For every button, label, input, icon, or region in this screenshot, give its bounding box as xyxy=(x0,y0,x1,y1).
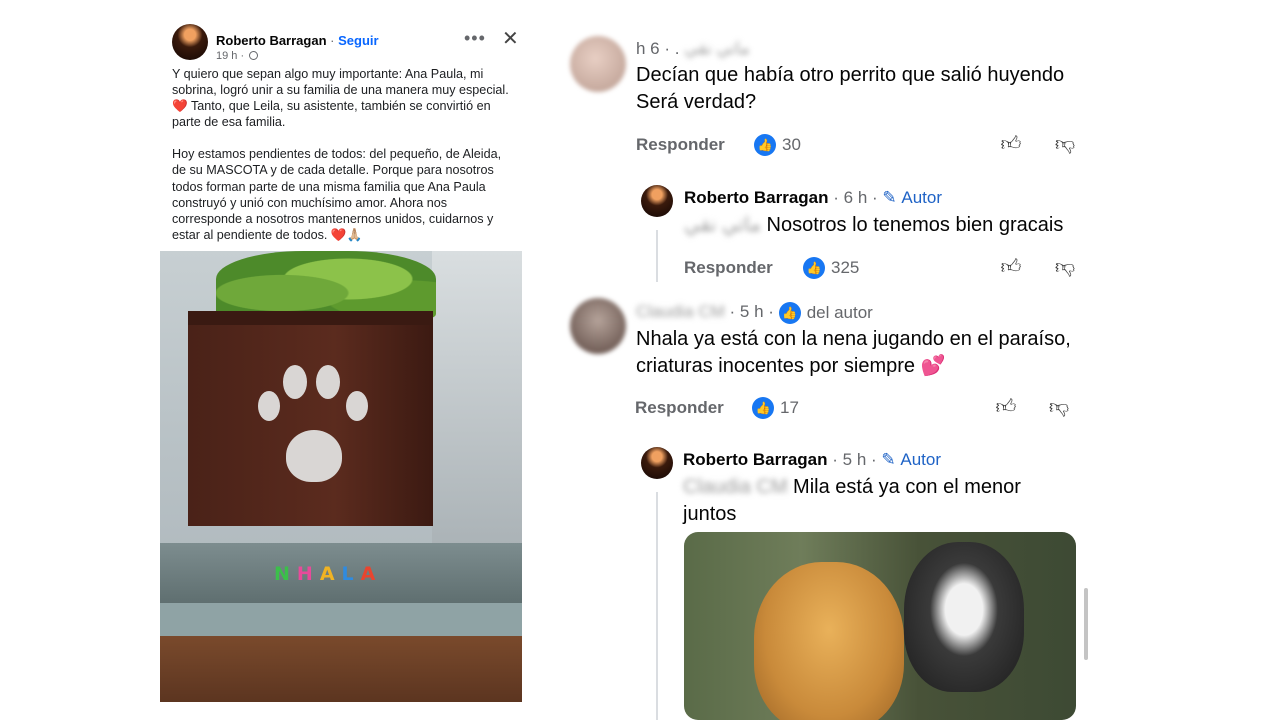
like-count[interactable]: 👍 325 xyxy=(803,257,859,279)
thumbs-up-icon[interactable]: 👍︎ xyxy=(1000,256,1022,278)
post-body: Y quiero que sepan algo muy importante: … xyxy=(172,66,518,259)
reply-button[interactable]: Responder xyxy=(684,258,773,278)
urn-box: NHALA xyxy=(188,311,433,585)
reply-author-line: Roberto Barragan · 6 h · ✎ Autor xyxy=(684,188,942,208)
comment-meta: h 6 · . ماتي نقي xyxy=(636,39,750,59)
paw-toe-1 xyxy=(258,391,280,421)
urn-letter: N xyxy=(274,563,297,585)
post-photo[interactable]: NHALA xyxy=(160,251,522,702)
like-count-value: 30 xyxy=(782,135,801,154)
comment-time[interactable]: h 6 · . xyxy=(636,39,679,58)
thumbs-up-icon[interactable]: 👍︎ xyxy=(995,396,1017,418)
reply-author-name[interactable]: Roberto Barragan xyxy=(684,188,829,207)
like-count[interactable]: 👍 30 xyxy=(754,134,801,156)
post-header: Roberto Barragan · Seguir 19 h · ••• ✕ xyxy=(172,24,522,64)
author-avatar[interactable] xyxy=(641,447,673,479)
reply-author-line: Roberto Barragan · 5 h · ✎ Autor xyxy=(683,450,941,470)
reply-author-name[interactable]: Roberto Barragan xyxy=(683,450,828,469)
thread-line xyxy=(656,230,658,282)
reply-button[interactable]: Responder xyxy=(636,135,725,155)
comment-time[interactable]: · 5 h · xyxy=(730,302,774,321)
thread-line xyxy=(656,492,658,720)
thumbs-down-icon[interactable]: 👎︎ xyxy=(1048,396,1070,418)
reply-time[interactable]: · 5 h · xyxy=(832,450,876,469)
thumbs-down-icon[interactable]: 👎︎ xyxy=(1054,256,1076,278)
reply-photo-dogs[interactable] xyxy=(684,532,1076,720)
border-collie-puppy xyxy=(904,542,1024,692)
reply-button[interactable]: Responder xyxy=(635,398,724,418)
commenter-avatar[interactable] xyxy=(570,36,626,92)
commenter-name-blurred[interactable]: Claudia CM xyxy=(636,302,725,321)
pencil-icon: ✎ xyxy=(882,188,897,207)
close-icon[interactable]: ✕ xyxy=(502,26,519,51)
urn-letter: A xyxy=(360,563,383,585)
photo-background-window xyxy=(432,251,522,551)
urn-name-label: NHALA xyxy=(274,563,382,585)
author-avatar[interactable] xyxy=(172,24,208,60)
photo-floor xyxy=(160,636,522,702)
paw-toe-3 xyxy=(316,365,340,399)
urn-letter: A xyxy=(319,563,342,585)
mention-blurred[interactable]: ماتي نقي xyxy=(684,214,761,236)
post-meta: 19 h · xyxy=(216,50,259,62)
thumbs-down-icon[interactable]: 👎︎ xyxy=(1054,133,1076,155)
facebook-post: Roberto Barragan · Seguir 19 h · ••• ✕ Y… xyxy=(160,18,522,702)
scrollbar[interactable] xyxy=(1084,588,1088,660)
like-badge-icon: 👍 xyxy=(752,397,774,419)
comment-text: Decían que había otro perrito que salió … xyxy=(636,64,1065,113)
like-count-value: 325 xyxy=(831,258,860,277)
comment-text: Nhala ya está con la nena jugando en el … xyxy=(636,328,1071,377)
thumbs-up-icon[interactable]: 👍︎ xyxy=(1000,133,1022,155)
urn-letter: L xyxy=(341,563,361,585)
commenter-name-blurred[interactable]: ماتي نقي xyxy=(684,39,749,58)
paw-toe-2 xyxy=(283,365,307,399)
commenter-avatar[interactable] xyxy=(570,298,626,354)
separator-dot: · xyxy=(330,33,335,48)
reply-text-body: Nosotros lo tenemos bien gracais xyxy=(766,214,1064,236)
del-autor-label: del autor xyxy=(806,303,873,322)
urn-letter: H xyxy=(296,563,320,585)
mention-blurred[interactable]: Claudia CM xyxy=(683,476,787,498)
reply-text: Claudia CM Mila está ya con el menor jun… xyxy=(683,474,1063,528)
like-count-value: 17 xyxy=(780,398,799,417)
post-author-line: Roberto Barragan · Seguir xyxy=(216,33,379,48)
golden-retriever xyxy=(754,562,904,720)
author-like-badge: 👍 del autor xyxy=(778,302,873,324)
post-paragraph-1: Y quiero que sepan algo muy importante: … xyxy=(172,67,509,130)
post-paragraph-2: Hoy estamos pendientes de todos: del peq… xyxy=(172,147,502,242)
post-author-name[interactable]: Roberto Barragan xyxy=(216,33,327,48)
follow-button[interactable]: Seguir xyxy=(338,33,378,48)
author-tag: Autor xyxy=(900,450,942,469)
like-count[interactable]: 👍 17 xyxy=(752,397,799,419)
like-badge-icon: 👍 xyxy=(778,302,801,324)
pencil-icon: ✎ xyxy=(881,450,896,469)
comment-meta: Claudia CM · 5 h · 👍 del autor xyxy=(636,302,873,324)
post-time[interactable]: 19 h · xyxy=(216,50,244,62)
globe-icon xyxy=(249,51,259,60)
like-badge-icon: 👍 xyxy=(803,257,825,279)
paw-icon xyxy=(286,430,342,482)
like-badge-icon: 👍 xyxy=(754,134,776,156)
reply-time[interactable]: · 6 h · xyxy=(833,188,877,207)
more-icon[interactable]: ••• xyxy=(464,28,486,49)
reply-text: ماتي نقي Nosotros lo tenemos bien gracai… xyxy=(684,212,1104,239)
author-tag: Autor xyxy=(901,188,943,207)
author-avatar[interactable] xyxy=(641,185,673,217)
paw-toe-4 xyxy=(346,391,368,421)
